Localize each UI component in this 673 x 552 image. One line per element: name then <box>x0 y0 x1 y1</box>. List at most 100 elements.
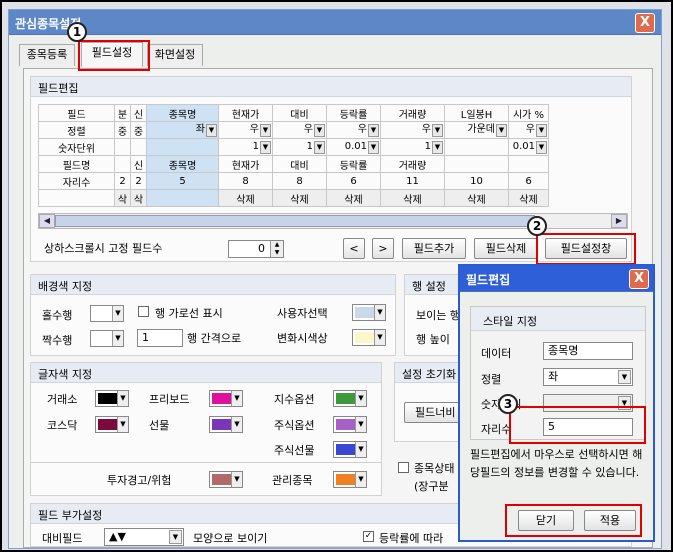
help-text: 필드편집에서 마우스로 선택하시면 해당필드의 정보를 변경할 수 있습니다. <box>470 448 643 479</box>
chevron-down-icon[interactable]: ▼ <box>536 140 547 154</box>
prev-button[interactable]: < <box>343 238 365 259</box>
cell[interactable]: 2 <box>130 172 147 190</box>
font-color-label: 투자경고/위험 <box>107 474 172 487</box>
font-color-picker[interactable]: ▼ <box>209 416 243 433</box>
delete-button[interactable]: 삭제 <box>444 189 509 207</box>
style-group-title: 스타일 지정 <box>483 315 538 328</box>
chevron-down-icon[interactable]: ▼ <box>536 123 547 137</box>
group-title: 행 설정 <box>412 280 446 293</box>
stock-status-sub-label: (장구분 <box>414 480 449 493</box>
grid-row-name: 필드명 신 종목명 현재가 대비 등락률 거래량 <box>38 155 549 173</box>
grid-row-align: 정렬 중 중 좌 ▼ 우 ▼ 우 ▼ 우 ▼ 우 ▼ 가운데 ▼ 우 ▼ <box>38 121 549 139</box>
cell[interactable]: 2 <box>114 172 131 190</box>
align-label: 정렬 <box>481 373 502 386</box>
row-spacing-spinner[interactable]: 1 <box>137 329 183 347</box>
unit-dropdown: 1 ▼ <box>220 140 272 155</box>
rate-label: 등락률에 따라 <box>379 532 444 545</box>
cell[interactable]: 5 <box>146 172 219 190</box>
cell[interactable]: 현재가 <box>218 155 273 173</box>
rate-checkbox[interactable]: ✓ <box>363 531 374 542</box>
cell[interactable]: 8 <box>272 172 327 190</box>
spinner-arrows-icon[interactable]: ▲ ▼ <box>270 241 283 257</box>
scroll-right-icon[interactable]: ▶ <box>611 214 627 228</box>
row-line-checkbox[interactable] <box>138 306 149 317</box>
scroll-left-icon[interactable]: ◀ <box>39 214 55 228</box>
data-field[interactable]: 종목명 <box>543 342 633 360</box>
delete-button[interactable]: 삭제 <box>272 189 327 207</box>
shape-label: 모양으로 보이기 <box>193 532 268 545</box>
font-color-picker[interactable]: ▼ <box>209 390 243 407</box>
divider <box>31 462 381 463</box>
add-field-button[interactable]: 필드추가 <box>402 238 466 259</box>
delete-button[interactable]: 삭 <box>114 189 131 207</box>
cell[interactable]: 6 <box>508 172 549 190</box>
title-bar: 관심종목설정 X <box>9 10 661 35</box>
tab-stock-register[interactable]: 종목등록 <box>19 44 75 66</box>
fixed-fields-label: 상하스크롤시 고정 필드수 <box>44 242 163 255</box>
align-select[interactable]: 좌 ▼ <box>543 368 633 386</box>
chevron-down-icon[interactable]: ▼ <box>368 140 379 154</box>
delete-button[interactable]: 삭제 <box>218 189 273 207</box>
font-color-picker[interactable]: ▼ <box>209 471 243 488</box>
chevron-down-icon[interactable]: ▼ <box>432 140 443 154</box>
cell[interactable]: 분 <box>114 104 131 122</box>
cell[interactable]: 중 <box>114 121 131 139</box>
font-color-picker[interactable]: ▼ <box>333 390 367 407</box>
font-color-group: 글자색 지정 <box>30 362 382 496</box>
delete-button[interactable]: 삭제 <box>508 189 549 207</box>
next-button[interactable]: > <box>372 238 394 259</box>
font-color-picker[interactable]: ▼ <box>333 441 367 458</box>
chevron-down-icon[interactable]: ▼ <box>260 140 271 154</box>
marker-1: 1 <box>67 22 87 42</box>
change-color-picker[interactable]: ▼ <box>352 329 386 346</box>
chevron-down-icon[interactable]: ▼ <box>314 123 325 137</box>
unit-dropdown: 0.01 ▼ <box>328 140 380 155</box>
delete-button[interactable]: 삭제 <box>326 189 381 207</box>
cell[interactable]: L일봉H <box>444 104 509 122</box>
user-select-color-picker[interactable]: ▼ <box>352 304 386 321</box>
cell[interactable]: 현재가 <box>218 104 273 122</box>
scroll-thumb[interactable] <box>55 215 535 227</box>
even-row-color-picker[interactable]: ▼ <box>90 330 124 347</box>
cell[interactable]: 종목명 <box>146 104 219 122</box>
cell[interactable]: 8 <box>218 172 273 190</box>
cell[interactable]: 종목명 <box>146 155 219 173</box>
cell[interactable]: 등락률 <box>326 155 381 173</box>
cell[interactable]: 대비 <box>272 155 327 173</box>
tab-screen-settings[interactable]: 화면설정 <box>147 44 203 66</box>
cell[interactable]: 거래량 <box>380 104 445 122</box>
close-icon[interactable]: X <box>635 13 655 33</box>
cell[interactable]: 6 <box>326 172 381 190</box>
cell[interactable]: 신 <box>130 155 147 173</box>
chevron-down-icon[interactable]: ▼ <box>260 123 271 137</box>
stock-status-checkbox[interactable] <box>398 462 409 473</box>
cell[interactable]: 거래량 <box>380 155 445 173</box>
delete-button[interactable]: 삭제 <box>380 189 445 207</box>
dialog-close-icon[interactable]: X <box>629 269 649 289</box>
chevron-down-icon[interactable]: ▼ <box>496 123 507 137</box>
cell[interactable]: 10 <box>444 172 509 190</box>
row-spacing-label: 행 간격으로 <box>187 332 242 345</box>
cell[interactable]: 중 <box>130 121 147 139</box>
field-grid[interactable]: 필드 분 신 종목명 현재가 대비 등락률 거래량 L일봉H 시가 % 정렬 중… <box>38 104 549 207</box>
cell[interactable]: 대비 <box>272 104 327 122</box>
compare-shape-select[interactable]: ▲▼ ▼ <box>104 528 184 546</box>
chevron-down-icon[interactable]: ▼ <box>368 123 379 137</box>
delete-field-button[interactable]: 필드삭제 <box>474 238 538 259</box>
cell[interactable]: 11 <box>380 172 445 190</box>
cell[interactable]: 신 <box>130 104 147 122</box>
chevron-down-icon[interactable]: ▼ <box>314 140 325 154</box>
font-color-picker[interactable]: ▼ <box>333 471 367 488</box>
chevron-down-icon[interactable]: ▼ <box>432 123 443 137</box>
reset-field-width-button[interactable]: 필드너비 <box>404 402 464 423</box>
grid-row-field: 필드 분 신 종목명 현재가 대비 등락률 거래량 L일봉H 시가 % <box>38 104 549 122</box>
odd-row-color-picker[interactable]: ▼ <box>90 305 124 322</box>
font-color-picker[interactable]: ▼ <box>95 416 129 433</box>
cell[interactable]: 등락률 <box>326 104 381 122</box>
font-color-picker[interactable]: ▼ <box>333 416 367 433</box>
delete-button[interactable]: 삭 <box>130 189 147 207</box>
chevron-down-icon[interactable]: ▼ <box>206 123 217 137</box>
cell[interactable]: 시가 % <box>508 104 549 122</box>
dialog-title: 필드편집 <box>466 273 511 287</box>
font-color-picker[interactable]: ▼ <box>95 390 129 407</box>
